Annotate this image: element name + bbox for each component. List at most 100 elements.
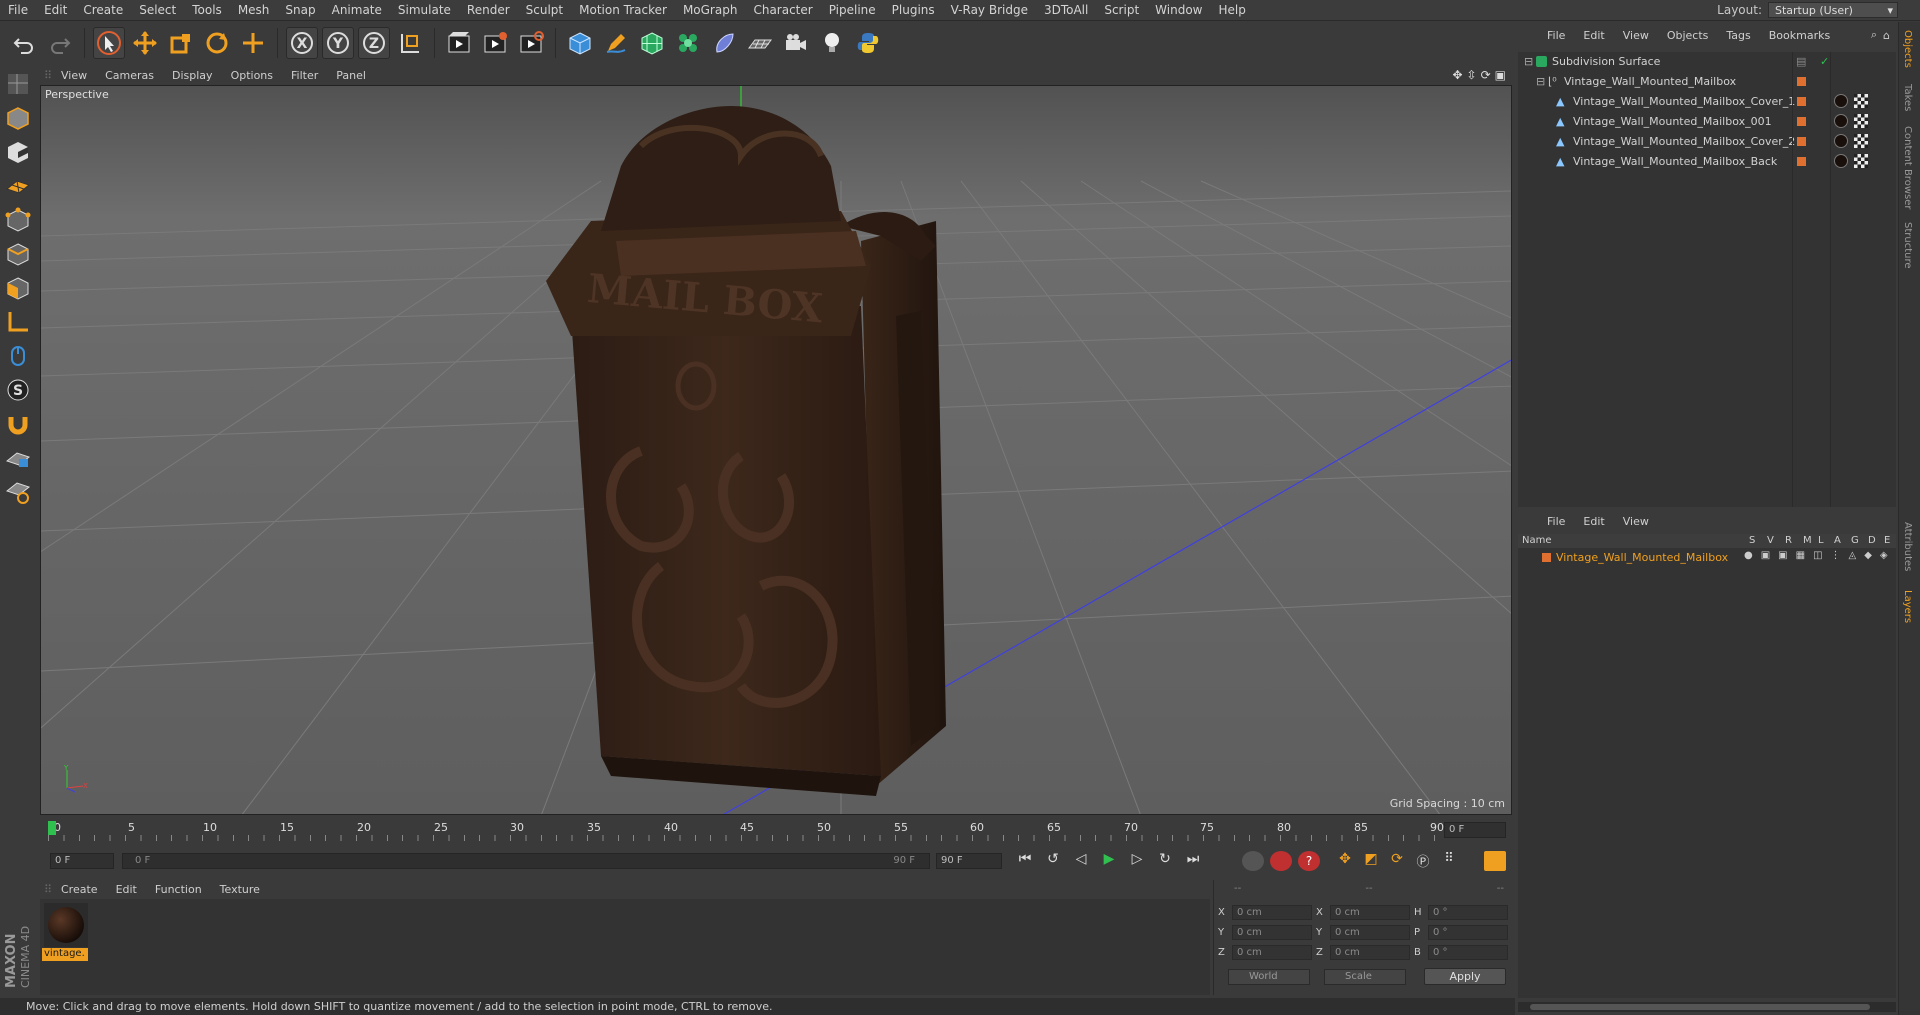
menu-plugins[interactable]: Plugins: [884, 3, 943, 17]
points-mode-icon[interactable]: [3, 205, 33, 235]
object-menu-view[interactable]: View: [1614, 29, 1658, 42]
maximize-view-icon[interactable]: ▣: [1495, 68, 1506, 82]
object-menu-bookmarks[interactable]: Bookmarks: [1760, 29, 1839, 42]
object-row[interactable]: ⊟ Subdivision Surface ▤ ✓: [1518, 52, 1896, 71]
viewport-menu-filter[interactable]: Filter: [282, 69, 327, 82]
layer-color-dot[interactable]: [1797, 117, 1806, 126]
home-icon[interactable]: ⌂: [1883, 29, 1896, 42]
menu-character[interactable]: Character: [745, 3, 820, 17]
camera-icon[interactable]: [780, 27, 812, 59]
material-tag-icon[interactable]: [1834, 114, 1848, 128]
enabled-check-icon[interactable]: ✓: [1820, 55, 1829, 68]
object-name[interactable]: Vintage_Wall_Mounted_Mailbox: [1564, 75, 1736, 88]
previous-key-icon[interactable]: ↺: [1042, 851, 1064, 871]
tab-content-browser[interactable]: Content Browser: [1902, 126, 1913, 209]
tab-structure[interactable]: Structure: [1902, 222, 1913, 269]
layer-color-dot[interactable]: [1797, 77, 1806, 86]
layer-color-dot[interactable]: [1797, 97, 1806, 106]
y-axis-icon[interactable]: Y: [322, 27, 354, 59]
layout-select[interactable]: Startup (User) ▾: [1768, 2, 1898, 18]
frame-range-slider[interactable]: 0 F 90 F: [122, 853, 930, 869]
viewport-menu-display[interactable]: Display: [163, 69, 222, 82]
material-thumbnail[interactable]: [44, 903, 88, 947]
object-name[interactable]: Subdivision Surface: [1552, 55, 1660, 68]
previous-frame-icon[interactable]: ◁: [1070, 851, 1092, 871]
object-menu-edit[interactable]: Edit: [1574, 29, 1613, 42]
tab-attributes[interactable]: Attributes: [1902, 522, 1913, 571]
position-x-field[interactable]: 0 cm: [1232, 905, 1312, 920]
viewport-menu-panel[interactable]: Panel: [327, 69, 375, 82]
edges-mode-icon[interactable]: [3, 239, 33, 269]
rotation-h-field[interactable]: 0 °: [1428, 905, 1508, 920]
texture-tag-icon[interactable]: [1854, 94, 1868, 108]
layer-color-dot[interactable]: [1797, 137, 1806, 146]
next-frame-icon[interactable]: ▷: [1126, 851, 1148, 871]
axis-mode-icon[interactable]: [3, 307, 33, 337]
autokey-icon[interactable]: ?: [1298, 851, 1320, 871]
size-y-field[interactable]: 0 cm: [1330, 925, 1410, 940]
tweak-mode-icon[interactable]: [3, 341, 33, 371]
menu-3dtoall[interactable]: 3DToAll: [1036, 3, 1096, 17]
material-name[interactable]: vintage.: [42, 948, 88, 961]
z-axis-icon[interactable]: Z: [358, 27, 390, 59]
texture-mode-icon[interactable]: [3, 137, 33, 167]
material-tag-icon[interactable]: [1834, 134, 1848, 148]
edit-toggle-icon[interactable]: ▤: [1796, 55, 1806, 68]
menu-pipeline[interactable]: Pipeline: [821, 3, 884, 17]
timeline-ruler[interactable]: 0 5 10 15 20 25 30 35 40 45 50 55 60 65 …: [40, 818, 1512, 842]
next-key-icon[interactable]: ↻: [1154, 851, 1176, 871]
python-icon[interactable]: [852, 27, 884, 59]
play-icon[interactable]: ▶: [1098, 851, 1120, 871]
object-menu-tags[interactable]: Tags: [1717, 29, 1759, 42]
tab-takes[interactable]: Takes: [1902, 84, 1913, 111]
menu-help[interactable]: Help: [1210, 3, 1253, 17]
orbit-icon[interactable]: ⟳: [1481, 68, 1491, 82]
expand-icon[interactable]: ⊟: [1536, 75, 1545, 88]
make-editable-icon[interactable]: [3, 69, 33, 99]
size-z-field[interactable]: 0 cm: [1330, 945, 1410, 960]
menu-create[interactable]: Create: [75, 3, 131, 17]
menu-script[interactable]: Script: [1096, 3, 1147, 17]
object-row[interactable]: ▲ Vintage_Wall_Mounted_Mailbox_Back: [1518, 152, 1896, 171]
rotation-b-field[interactable]: 0 °: [1428, 945, 1508, 960]
viewport-menu-view[interactable]: View: [52, 69, 96, 82]
key-parameter-icon[interactable]: Ⓟ: [1412, 851, 1434, 871]
rotate-icon[interactable]: [201, 27, 233, 59]
floor-icon[interactable]: [744, 27, 776, 59]
horizontal-scrollbar[interactable]: [1518, 1002, 1896, 1012]
object-name[interactable]: Vintage_Wall_Mounted_Mailbox_Cover_1: [1573, 95, 1795, 108]
recent-tool-icon[interactable]: [237, 27, 269, 59]
rotation-p-field[interactable]: 0 °: [1428, 925, 1508, 940]
viewport-perspective[interactable]: MAIL BOX Perspective YX Grid Spacing : 1…: [40, 85, 1512, 815]
menu-render[interactable]: Render: [459, 3, 518, 17]
workplane-icon[interactable]: [3, 171, 33, 201]
dolly-icon[interactable]: ⇳: [1467, 68, 1477, 82]
deformer-icon[interactable]: [708, 27, 740, 59]
object-menu-objects[interactable]: Objects: [1658, 29, 1718, 42]
menu-mesh[interactable]: Mesh: [230, 3, 278, 17]
timeline-window-icon[interactable]: [1484, 851, 1506, 871]
record-off-icon[interactable]: [1242, 851, 1264, 871]
viewport-camera-label[interactable]: Perspective: [45, 88, 109, 101]
live-selection-icon[interactable]: [93, 27, 125, 59]
material-menu-texture[interactable]: Texture: [211, 883, 269, 896]
object-name[interactable]: Vintage_Wall_Mounted_Mailbox_Cover_2: [1573, 135, 1795, 148]
layer-row[interactable]: Vintage_Wall_Mounted_Mailbox ●▣▣▦◫⋮◬◆◈: [1518, 549, 1896, 566]
pen-icon[interactable]: [600, 27, 632, 59]
layer-menu-file[interactable]: File: [1538, 515, 1574, 528]
go-to-start-icon[interactable]: ⏮: [1014, 851, 1036, 871]
subdivision-icon[interactable]: [636, 27, 668, 59]
position-y-field[interactable]: 0 cm: [1232, 925, 1312, 940]
menu-select[interactable]: Select: [131, 3, 184, 17]
material-menu-edit[interactable]: Edit: [107, 883, 146, 896]
model-mode-icon[interactable]: [3, 103, 33, 133]
texture-tag-icon[interactable]: [1854, 134, 1868, 148]
menu-simulate[interactable]: Simulate: [390, 3, 459, 17]
coordinate-system-icon[interactable]: [394, 27, 426, 59]
scrollbar-thumb[interactable]: [1530, 1004, 1870, 1010]
texture-tag-icon[interactable]: [1854, 154, 1868, 168]
pan-icon[interactable]: ✥: [1452, 68, 1462, 82]
cube-icon[interactable]: [564, 27, 596, 59]
x-axis-icon[interactable]: X: [286, 27, 318, 59]
viewport-menu-cameras[interactable]: Cameras: [96, 69, 163, 82]
